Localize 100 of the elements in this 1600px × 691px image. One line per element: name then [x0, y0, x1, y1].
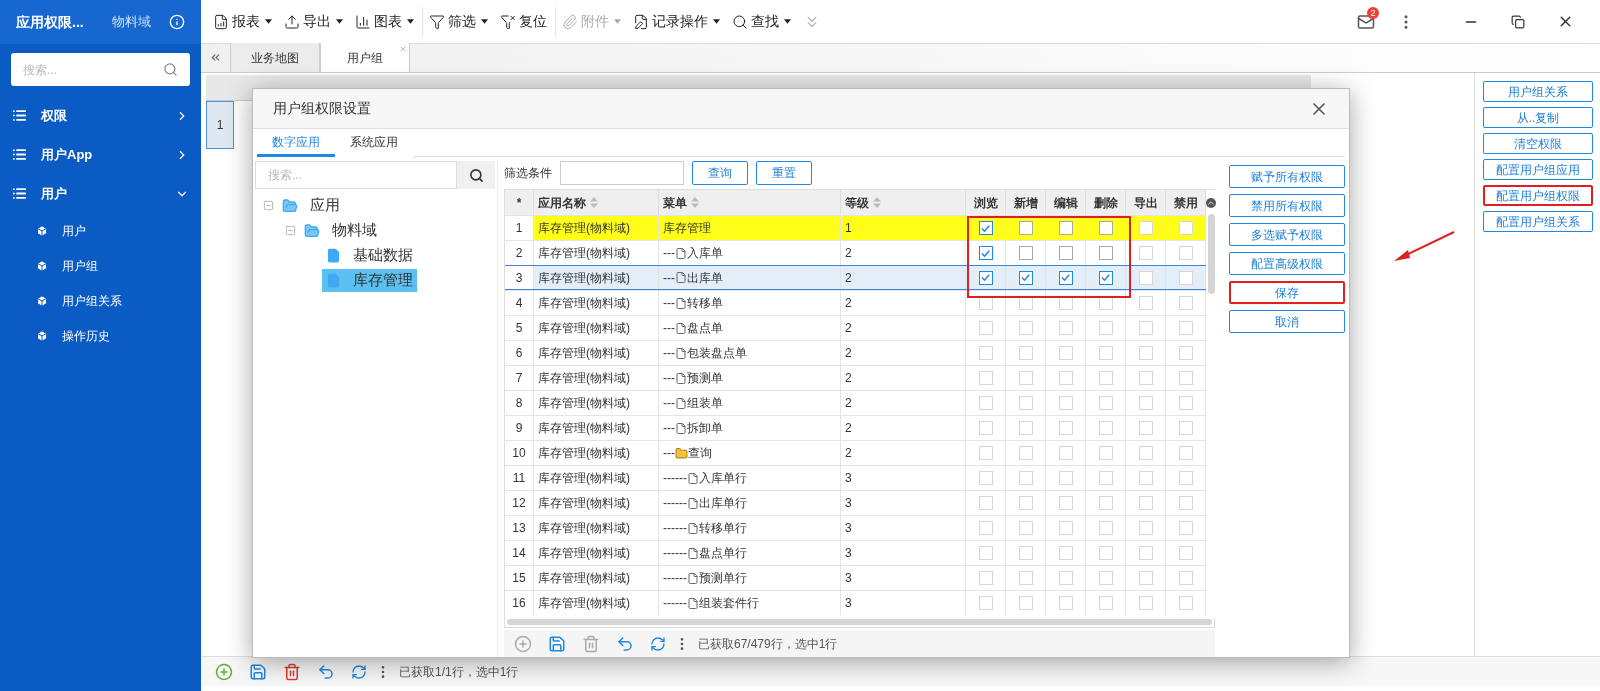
- column-header[interactable]: 应用名称: [534, 190, 659, 215]
- column-header[interactable]: 菜单: [659, 190, 841, 215]
- toolbar-button[interactable]: 筛选: [422, 6, 494, 37]
- column-header[interactable]: *: [505, 190, 534, 215]
- toolbar-button[interactable]: 记录操作: [627, 6, 726, 37]
- add-icon[interactable]: [215, 662, 233, 681]
- tab[interactable]: 系统应用: [335, 130, 413, 157]
- column-header[interactable]: 删除: [1086, 190, 1126, 215]
- delete-icon[interactable]: [283, 662, 301, 681]
- tree-item[interactable]: 库存管理: [322, 269, 417, 292]
- menu-name: 出库单: [687, 269, 723, 287]
- side-button[interactable]: 从..复制: [1483, 107, 1593, 128]
- side-button[interactable]: 清空权限: [1483, 133, 1593, 154]
- toolbar-button[interactable]: 导出: [278, 6, 349, 37]
- column-header[interactable]: 编辑: [1046, 190, 1086, 215]
- action-button[interactable]: 保存: [1229, 281, 1345, 304]
- action-button[interactable]: 赋予所有权限: [1229, 165, 1345, 188]
- collapse-icon[interactable]: [285, 225, 296, 236]
- query-button[interactable]: 查询: [692, 161, 748, 185]
- toolbar-button[interactable]: 图表: [349, 6, 420, 37]
- document-icon: [675, 421, 687, 435]
- checkbox[interactable]: [978, 221, 993, 235]
- table-cell: 3: [841, 516, 966, 540]
- indent-dashes: ------: [663, 495, 687, 512]
- tab[interactable]: 数字应用: [257, 130, 335, 157]
- horizontal-scrollbar[interactable]: [507, 619, 1212, 625]
- column-header[interactable]: 浏览: [966, 190, 1006, 215]
- action-button[interactable]: 配置高级权限: [1229, 252, 1345, 275]
- collapse-icon[interactable]: [263, 200, 274, 211]
- checkbox[interactable]: [1058, 270, 1073, 285]
- save-icon[interactable]: [548, 634, 566, 653]
- checkbox[interactable]: [978, 270, 993, 285]
- save-icon[interactable]: [249, 662, 267, 681]
- sidebar-item[interactable]: 用户App: [0, 135, 201, 174]
- checkbox[interactable]: [1018, 246, 1033, 260]
- menu-name: 入库单行: [699, 470, 747, 487]
- close-tab-icon[interactable]: [399, 45, 407, 53]
- table-row[interactable]: 3 库存管理(物料域) --- 出库单 2: [505, 265, 1206, 290]
- filter-label: 筛选条件: [504, 165, 552, 182]
- tree-item[interactable]: 应用: [278, 194, 344, 217]
- undo-icon[interactable]: [616, 634, 634, 653]
- checkbox[interactable]: [1098, 270, 1113, 285]
- table-row[interactable]: 1 库存管理(物料域) 库存管理 1: [505, 215, 1206, 240]
- restore-icon[interactable]: [1511, 14, 1525, 29]
- side-button[interactable]: 用户组关系: [1483, 81, 1593, 102]
- reset-button[interactable]: 重置: [756, 161, 812, 185]
- indent-dashes: ---: [663, 345, 675, 362]
- toolbar-button[interactable]: 查找: [726, 6, 797, 37]
- tree-item[interactable]: 基础数据: [322, 244, 417, 267]
- sidebar-subitem[interactable]: 用户: [0, 213, 201, 248]
- refresh-icon[interactable]: [650, 635, 666, 652]
- sidebar-item[interactable]: 用户: [0, 174, 201, 213]
- table-cell: 3: [841, 541, 966, 565]
- tree-item[interactable]: 物料域: [300, 219, 381, 242]
- add-icon[interactable]: [514, 634, 532, 653]
- tab[interactable]: 用户组: [320, 43, 410, 72]
- column-header[interactable]: 等级: [841, 190, 966, 215]
- checkbox[interactable]: [1098, 221, 1113, 235]
- toolbar-button[interactable]: 复位: [494, 6, 553, 37]
- side-button[interactable]: 配置用户组权限: [1483, 185, 1593, 206]
- checkbox[interactable]: [1018, 270, 1033, 285]
- action-button[interactable]: 禁用所有权限: [1229, 194, 1345, 217]
- delete-icon[interactable]: [582, 634, 600, 653]
- file-icon: [326, 248, 341, 263]
- collapse-left-icon[interactable]: [209, 51, 222, 64]
- tab[interactable]: 业务地图: [230, 43, 320, 72]
- checkbox[interactable]: [1098, 246, 1113, 260]
- sidebar-item[interactable]: 权限: [0, 96, 201, 135]
- vertical-scrollbar[interactable]: [1206, 190, 1216, 619]
- refresh-icon[interactable]: [351, 663, 367, 680]
- search-icon[interactable]: [163, 62, 178, 77]
- action-button[interactable]: 取消: [1229, 310, 1345, 333]
- side-button[interactable]: 配置用户组应用: [1483, 159, 1593, 180]
- tree-search-field[interactable]: 搜索...: [255, 161, 457, 189]
- column-header[interactable]: 新增: [1006, 190, 1046, 215]
- checkbox[interactable]: [1058, 221, 1073, 235]
- filter-field[interactable]: [560, 161, 684, 185]
- toolbar-button[interactable]: 报表: [207, 6, 278, 37]
- undo-icon[interactable]: [317, 662, 335, 681]
- side-button[interactable]: 配置用户组关系: [1483, 211, 1593, 232]
- checkbox[interactable]: [978, 246, 993, 260]
- row-number: 3: [505, 266, 534, 289]
- sort-icon[interactable]: [691, 197, 699, 208]
- checkbox[interactable]: [1018, 221, 1033, 235]
- search-field[interactable]: 搜索...: [11, 53, 190, 86]
- action-button[interactable]: 多选赋予权限: [1229, 223, 1345, 246]
- scrollbar-thumb[interactable]: [1207, 214, 1215, 294]
- column-header[interactable]: 导出: [1126, 190, 1166, 215]
- info-icon[interactable]: [169, 14, 185, 30]
- list-icon: [12, 147, 27, 162]
- sort-icon[interactable]: [873, 197, 881, 208]
- sidebar-subitem[interactable]: 用户组关系: [0, 283, 201, 318]
- sort-icon[interactable]: [590, 197, 598, 208]
- checkbox[interactable]: [1058, 246, 1073, 260]
- search-button[interactable]: [457, 161, 495, 189]
- menu-name: 盘点单: [687, 320, 723, 337]
- menu-name: 转移单行: [699, 520, 747, 537]
- sidebar-subitem[interactable]: 操作历史: [0, 318, 201, 353]
- scroll-up-icon[interactable]: [1206, 198, 1216, 208]
- sidebar-subitem[interactable]: 用户组: [0, 248, 201, 283]
